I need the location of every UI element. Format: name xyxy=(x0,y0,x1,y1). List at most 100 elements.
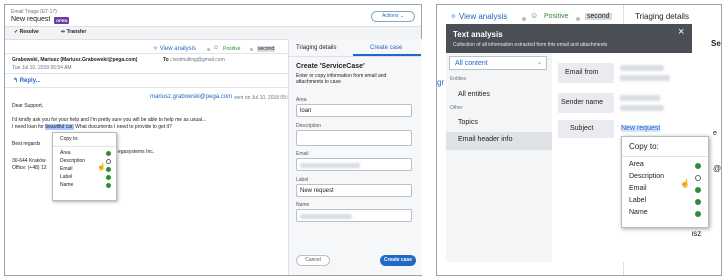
modal-subtitle: Collection of all information extracted … xyxy=(453,42,608,48)
sentiment-label: Positive xyxy=(544,13,569,20)
tab-triaging-details[interactable]: Triaging details xyxy=(296,45,336,51)
view-analysis-link[interactable]: ✧ View analysis xyxy=(153,45,196,52)
sidebar-item-email-header-info[interactable]: Email header info xyxy=(458,136,512,143)
modal-sidebar xyxy=(446,53,552,262)
close-icon[interactable]: × xyxy=(678,26,684,38)
to-label: To : xyxy=(163,57,172,63)
sender-email-link[interactable]: mariusz.grabowski@pega.com xyxy=(150,94,232,100)
sparkle-icon: ✧ xyxy=(450,12,457,21)
description-label: Description xyxy=(296,123,322,129)
highlight-tag[interactable]: second xyxy=(257,46,276,52)
copy-item-description[interactable]: Description xyxy=(629,173,664,180)
row-label-sender-name: Sender name xyxy=(561,99,604,106)
view-analysis-link[interactable]: ✧ View analysis xyxy=(450,12,507,21)
email-office: Office: (+48) 12 xyxy=(12,165,47,171)
transfer-label: Transfer xyxy=(66,29,87,35)
form-title: Create 'ServiceCase' xyxy=(296,63,365,70)
copy-item-email[interactable]: Email xyxy=(629,185,647,192)
redacted-value xyxy=(620,105,664,111)
resolve-label: Resolve xyxy=(19,29,39,35)
area-field[interactable]: loan xyxy=(296,104,412,117)
copy-to-menu: Copy to: Area Description Email Label Na… xyxy=(52,132,117,201)
email-triage-window: Email Triage (ET-17) New request OPEN Ac… xyxy=(4,4,422,276)
transfer-button[interactable]: ⇨ Transfer xyxy=(61,29,86,35)
status-dot-icon xyxy=(695,163,701,169)
sparkle-icon: ✧ xyxy=(153,46,159,52)
copy-item-email[interactable]: Email xyxy=(60,166,73,172)
entities-heading: Entities xyxy=(450,76,467,82)
form-subtitle: Enter or copy information from email and… xyxy=(296,73,387,85)
status-dot-icon xyxy=(695,199,701,205)
copy-item-area[interactable]: Area xyxy=(629,161,644,168)
divider xyxy=(5,87,288,88)
resolve-button[interactable]: ✓ Resolve xyxy=(14,29,39,35)
tab-triaging-details[interactable]: Triaging details xyxy=(635,12,689,21)
reply-button[interactable]: ↰ Reply... xyxy=(13,77,41,84)
status-dot-icon xyxy=(106,151,111,156)
line2-post: What documents I need to provide to get … xyxy=(75,124,172,130)
status-dot-icon xyxy=(695,187,701,193)
email-company: egasystems Inc. xyxy=(118,149,155,155)
label-label: Label xyxy=(296,177,309,183)
status-dot-icon xyxy=(106,167,111,172)
email-regards: Best regards xyxy=(12,141,41,147)
cancel-button[interactable]: Cancel xyxy=(296,255,330,266)
copy-item-label[interactable]: Label xyxy=(60,174,72,180)
hand-cursor-icon: ☝ xyxy=(97,164,106,171)
chevron-down-icon: ⌄ xyxy=(536,60,542,66)
divider xyxy=(5,53,288,54)
copy-item-description[interactable]: Description xyxy=(60,158,85,164)
redacted-value xyxy=(620,65,664,71)
name-label: Name xyxy=(296,202,310,208)
copy-to-menu: Copy to: Area Description Email Label Na… xyxy=(621,136,709,228)
edge-text: Se xyxy=(711,39,721,48)
sidebar-item-all-entities[interactable]: All entities xyxy=(458,91,490,98)
sidebar-item-topics[interactable]: Topics xyxy=(458,119,478,126)
label-field[interactable]: New request xyxy=(296,184,412,197)
sentiment-label: Positive xyxy=(223,46,241,52)
divider xyxy=(53,146,116,147)
email-label: Email xyxy=(296,151,309,157)
create-case-button[interactable]: Create case xyxy=(380,255,416,266)
hand-cursor-icon: ☝ xyxy=(680,179,690,188)
subject-value[interactable]: New request xyxy=(621,125,661,132)
copy-item-name[interactable]: Name xyxy=(629,209,648,216)
row-label-subject: Subject xyxy=(570,125,594,132)
divider xyxy=(288,56,421,57)
separator-dot xyxy=(576,17,580,21)
empty-dot-icon xyxy=(695,175,701,181)
area-label: Area xyxy=(296,97,307,103)
separator-dot xyxy=(207,48,210,51)
content-dropdown[interactable]: All content ⌄ xyxy=(449,56,547,70)
email-field[interactable] xyxy=(296,158,412,171)
view-analysis-label: View analysis xyxy=(159,46,196,52)
other-heading: Other xyxy=(450,105,463,111)
status-badge: OPEN xyxy=(54,17,70,24)
smiley-icon: ☺ xyxy=(213,45,220,51)
email-greeting: Dear Support, xyxy=(12,103,44,109)
copy-item-area[interactable]: Area xyxy=(60,150,71,156)
description-field[interactable] xyxy=(296,130,412,146)
copy-item-name[interactable]: Name xyxy=(60,182,73,188)
redacted-value xyxy=(300,214,352,219)
dropdown-value: All content xyxy=(455,60,488,67)
divider xyxy=(622,156,708,157)
divider xyxy=(5,73,288,74)
highlighted-text[interactable]: beautiful car. xyxy=(45,124,74,130)
row-label-email-from: Email from xyxy=(565,69,599,76)
separator-dot xyxy=(250,48,253,51)
email-date: Tue Jul 10, 2018 05:54 AM xyxy=(12,65,72,71)
reply-label: Reply... xyxy=(19,78,41,84)
highlight-tag[interactable]: second xyxy=(585,13,612,20)
email-line-1: I'd kindly ask you for your help and I'm… xyxy=(12,117,207,123)
actions-button[interactable]: Actions ⌄ xyxy=(371,11,415,22)
name-field[interactable] xyxy=(296,209,412,222)
copy-to-title: Copy to: xyxy=(629,142,659,151)
edge-text: e xyxy=(713,130,717,137)
email-line-2: I need loan for beautiful car. What docu… xyxy=(12,124,172,130)
copy-item-label[interactable]: Label xyxy=(629,197,646,204)
edge-text: @ xyxy=(713,164,722,173)
smiley-icon: ☺ xyxy=(530,11,539,20)
tab-create-case[interactable]: Create case xyxy=(370,45,402,51)
status-dot-icon xyxy=(695,211,701,217)
